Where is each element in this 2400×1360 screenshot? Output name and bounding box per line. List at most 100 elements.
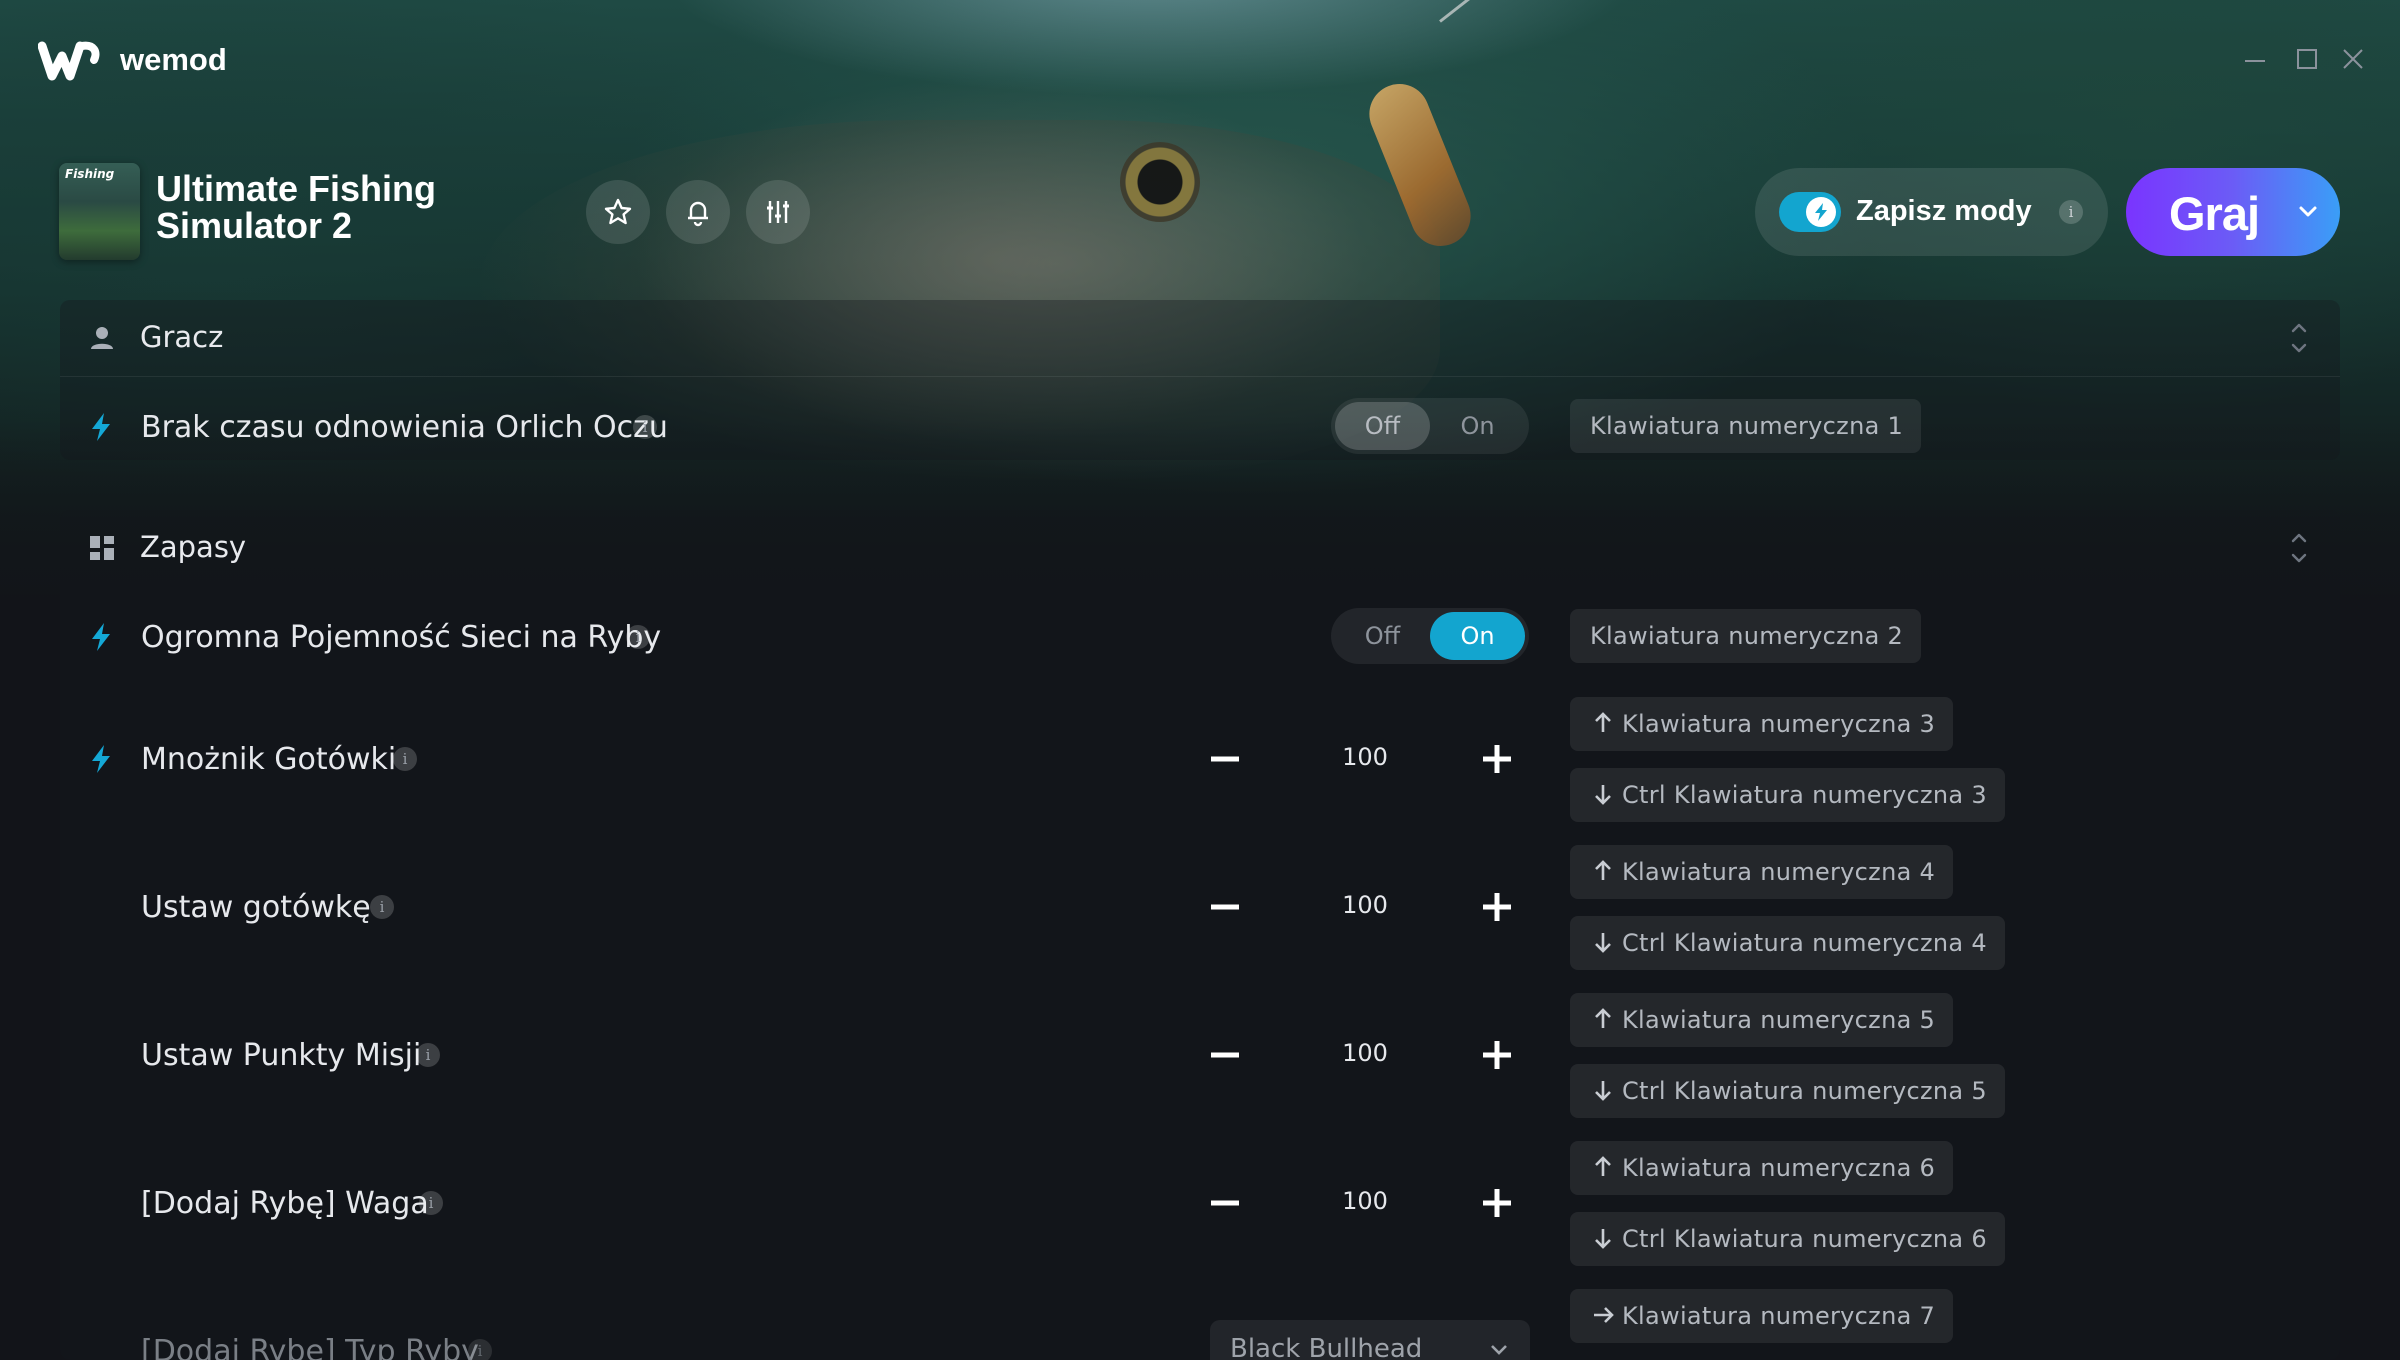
maximize-icon[interactable] (2292, 44, 2322, 74)
hotkey-label: Ctrl Klawiatura numeryczna 5 (1622, 1077, 1987, 1105)
minus-icon[interactable] (1205, 739, 1245, 779)
save-mods-toggle[interactable] (1779, 192, 1841, 232)
section-label: Gracz (140, 320, 224, 354)
close-icon[interactable] (2338, 44, 2368, 74)
hotkey-chip-decrease[interactable]: Ctrl Klawiatura numeryczna 3 (1570, 768, 2005, 822)
info-icon[interactable]: i (2059, 200, 2083, 224)
brand-name: wemod (120, 42, 227, 77)
notifications-button[interactable] (666, 180, 730, 244)
plus-icon[interactable] (1477, 739, 1517, 779)
hotkey-chip-decrease[interactable]: Ctrl Klawiatura numeryczna 4 (1570, 916, 2005, 970)
save-mods-knob (1806, 197, 1836, 227)
game-thumbnail-label: Fishing (65, 167, 115, 181)
hotkey-chip-decrease[interactable]: Ctrl Klawiatura numeryczna 5 (1570, 1064, 2005, 1118)
game-title: Ultimate Fishing Simulator 2 (156, 168, 437, 246)
title-bar: wemod (0, 0, 2400, 120)
mod-name: Mnożnik Gotówki (141, 742, 397, 777)
hotkey-label: Klawiatura numeryczna 1 (1590, 412, 1904, 440)
select-value: Black Bullhead (1230, 1334, 1423, 1360)
plus-icon[interactable] (1477, 887, 1517, 927)
plus-icon[interactable] (1477, 1183, 1517, 1223)
arrow-right-icon (1590, 1293, 1616, 1323)
fish-type-select[interactable]: Black Bullhead (1210, 1320, 1530, 1360)
mod-name: Ogromna Pojemność Sieci na Ryby (141, 620, 662, 655)
info-icon[interactable]: i (416, 1043, 440, 1067)
toggle-on-option[interactable]: On (1430, 402, 1525, 450)
favorite-button[interactable] (586, 180, 650, 244)
hotkey-chip-increase[interactable]: Klawiatura numeryczna 6 (1570, 1141, 1954, 1195)
mod-name: Ustaw gotówkę (141, 890, 371, 925)
minus-icon[interactable] (1205, 887, 1245, 927)
hotkey-chip-decrease[interactable]: Ctrl Klawiatura numeryczna 6 (1570, 1212, 2005, 1266)
mod-name: [Dodaj Rybę] Typ Ryby (141, 1334, 479, 1360)
lightning-icon (86, 621, 116, 653)
toggle-off-option[interactable]: Off (1335, 402, 1430, 450)
info-icon[interactable]: i (370, 895, 394, 919)
info-icon[interactable]: i (626, 625, 650, 649)
arrow-down-icon (1590, 1068, 1616, 1101)
value-stepper: 100 (1200, 877, 1530, 937)
wemod-logo-icon (38, 41, 100, 81)
sliders-icon (767, 201, 789, 223)
stepper-value[interactable]: 100 (1270, 891, 1460, 919)
hotkey-label: Klawiatura numeryczna 6 (1622, 1154, 1936, 1182)
mod-name: Ustaw Punkty Misji (141, 1038, 422, 1073)
bell-icon (688, 201, 708, 227)
collapse-icon[interactable] (2284, 530, 2314, 566)
star-icon (604, 198, 632, 225)
section-label: Zapasy (140, 530, 247, 564)
mod-settings-button[interactable] (746, 180, 810, 244)
save-mods-control[interactable]: Zapisz mody i (1755, 168, 2108, 256)
info-icon[interactable]: i (419, 1191, 443, 1215)
hotkey-chip-increase[interactable]: Klawiatura numeryczna 3 (1570, 697, 1954, 751)
background-fish-eye (1120, 142, 1200, 222)
toggle-off-option[interactable]: Off (1335, 612, 1430, 660)
arrow-up-icon (1590, 701, 1616, 732)
chevron-down-icon (1491, 1345, 1507, 1355)
stepper-value[interactable]: 100 (1270, 1039, 1460, 1067)
toggle-on-option[interactable]: On (1430, 612, 1525, 660)
minus-icon[interactable] (1205, 1183, 1245, 1223)
arrow-down-icon (1590, 772, 1616, 805)
hotkey-label: Klawiatura numeryczna 4 (1622, 858, 1936, 886)
hotkey-chip-next[interactable]: Klawiatura numeryczna 7 (1570, 1289, 1954, 1343)
arrow-up-icon (1590, 1145, 1616, 1176)
hotkey-chip[interactable]: Klawiatura numeryczna 2 (1570, 609, 1922, 663)
minus-icon[interactable] (1205, 1035, 1245, 1075)
stepper-value[interactable]: 100 (1270, 1187, 1460, 1215)
hotkey-label: Ctrl Klawiatura numeryczna 4 (1622, 929, 1987, 957)
plus-icon[interactable] (1477, 1035, 1517, 1075)
play-button[interactable]: Graj (2126, 168, 2340, 256)
hotkey-chip[interactable]: Klawiatura numeryczna 1 (1570, 399, 1922, 453)
lightning-icon (86, 411, 116, 443)
lightning-icon (1815, 203, 1827, 221)
lightning-icon (86, 743, 116, 775)
play-button-label: Graj (2169, 187, 2260, 240)
mod-name: [Dodaj Rybę] Waga (141, 1186, 429, 1221)
mod-name: Brak czasu odnowienia Orlich Oczu (141, 410, 668, 445)
hotkey-label: Klawiatura numeryczna 2 (1590, 622, 1904, 650)
mod-toggle[interactable]: Off On (1331, 608, 1529, 664)
hotkey-label: Ctrl Klawiatura numeryczna 6 (1622, 1225, 1987, 1253)
collapse-icon[interactable] (2284, 320, 2314, 356)
game-thumbnail: Fishing (59, 163, 140, 260)
section-header-player[interactable]: Gracz (60, 300, 2340, 376)
value-stepper: 100 (1200, 1173, 1530, 1233)
user-icon (86, 322, 118, 354)
hotkey-chip-increase[interactable]: Klawiatura numeryczna 5 (1570, 993, 1954, 1047)
value-stepper: 100 (1200, 1025, 1530, 1085)
stepper-value[interactable]: 100 (1270, 743, 1460, 771)
chevron-down-icon[interactable] (2294, 198, 2322, 226)
minimize-icon[interactable] (2240, 44, 2270, 74)
hotkey-label: Klawiatura numeryczna 5 (1622, 1006, 1936, 1034)
info-icon[interactable]: i (468, 1339, 492, 1360)
info-icon[interactable]: i (393, 747, 417, 771)
info-icon[interactable]: i (633, 415, 657, 439)
mod-toggle[interactable]: Off On (1331, 398, 1529, 454)
section-header-supplies[interactable]: Zapasy (60, 510, 2340, 586)
hotkey-chip-increase[interactable]: Klawiatura numeryczna 4 (1570, 845, 1954, 899)
arrow-up-icon (1590, 849, 1616, 880)
save-mods-label: Zapisz mody (1856, 195, 2032, 227)
divider (60, 376, 2340, 377)
arrow-down-icon (1590, 920, 1616, 953)
